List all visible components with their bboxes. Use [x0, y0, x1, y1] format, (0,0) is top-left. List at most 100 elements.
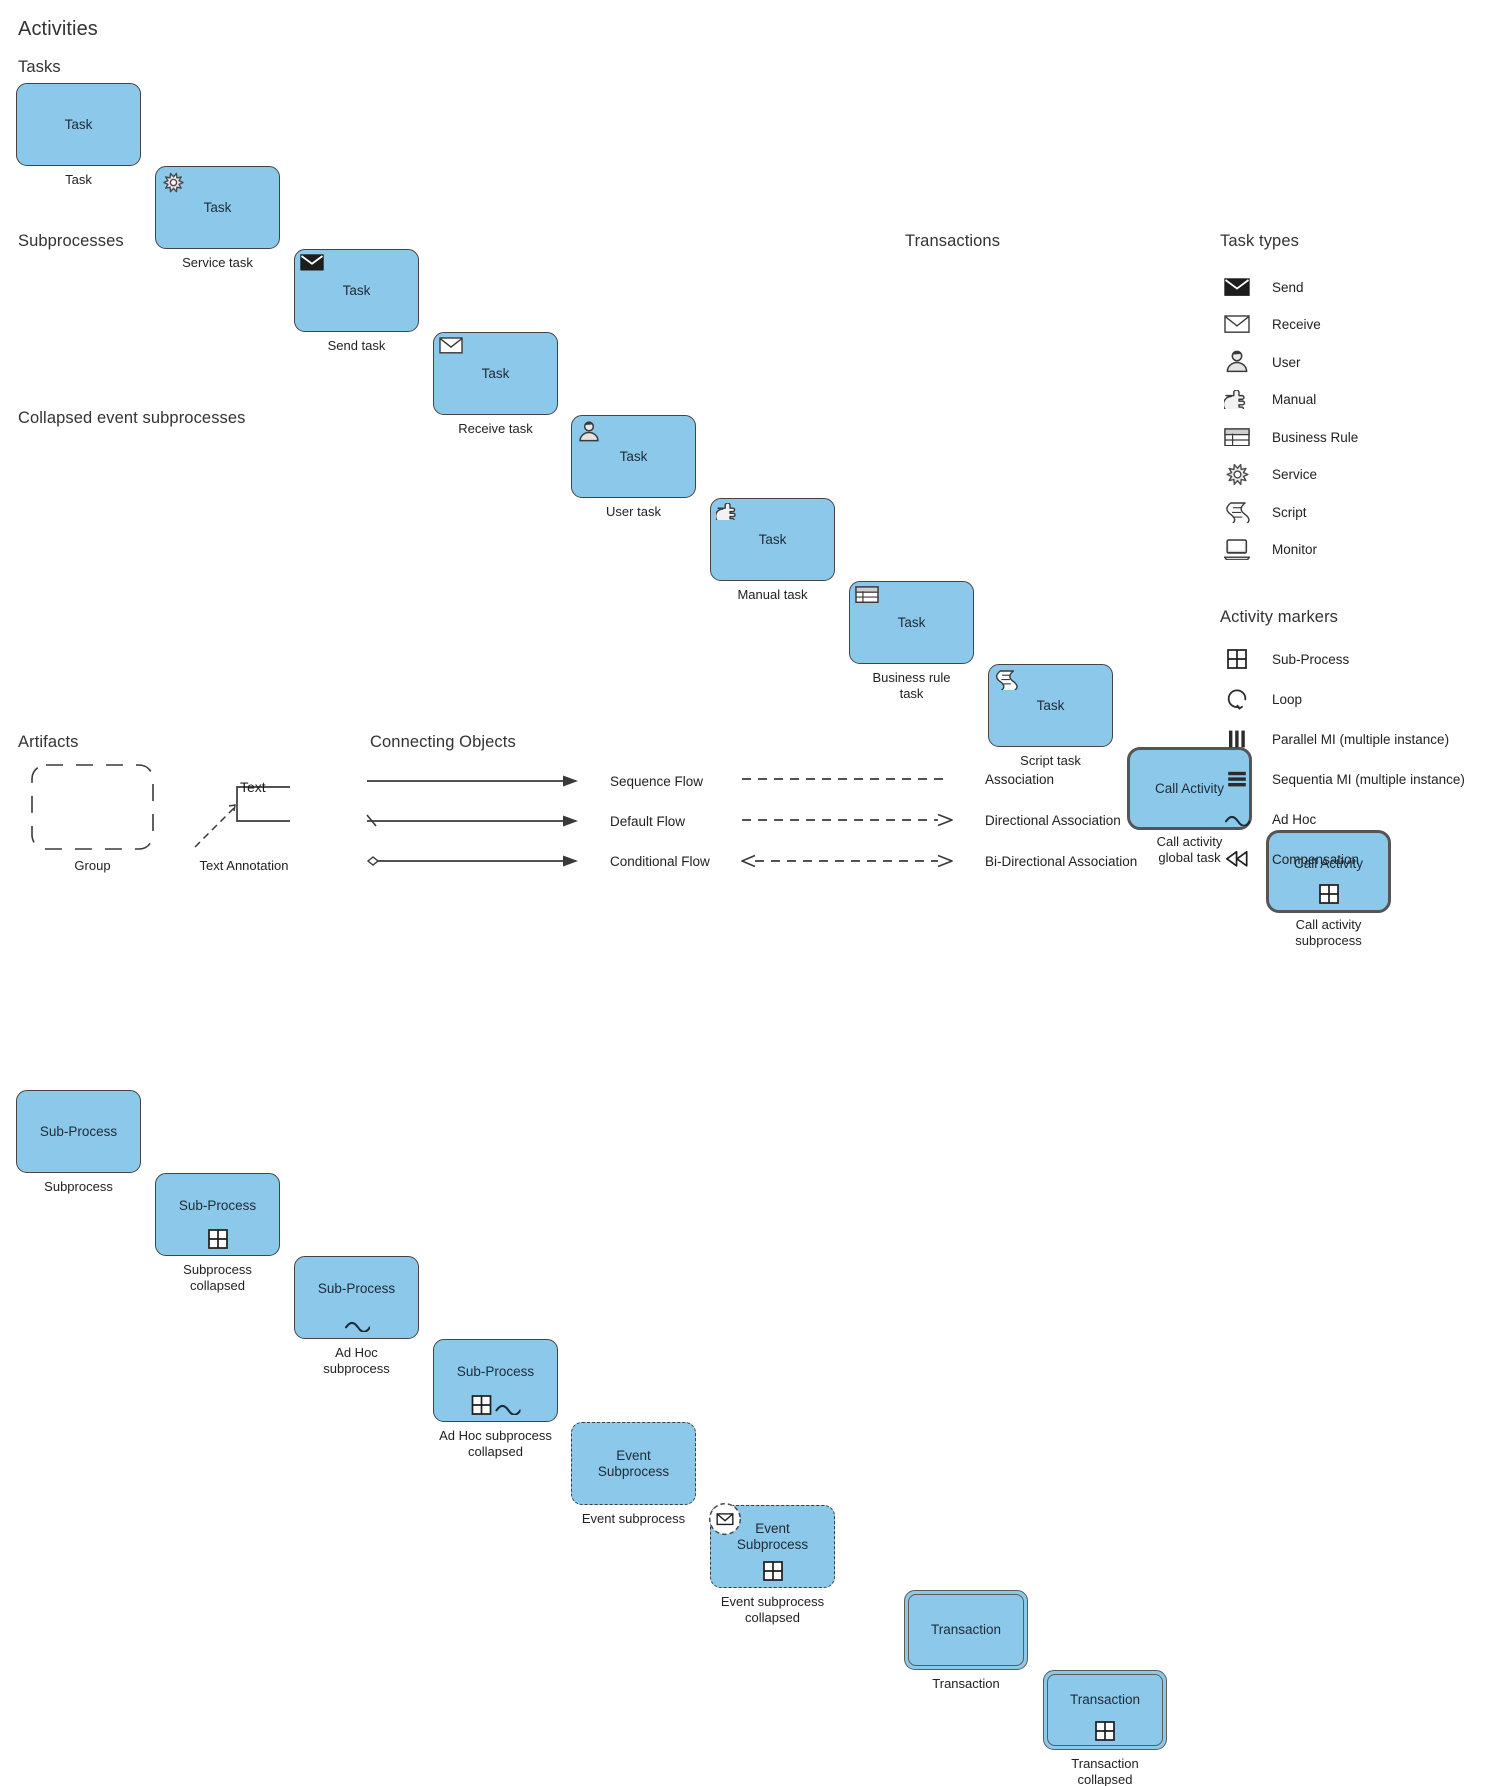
- transaction-shape-1-label: Transaction: [1069, 1692, 1141, 1708]
- loop-marker-icon: [1220, 684, 1254, 714]
- task-type-label: Script: [1272, 504, 1307, 520]
- receive-icon: [1220, 310, 1254, 340]
- task-shape-3-label: Task: [481, 365, 510, 381]
- task-shape-7-label: Task: [1036, 697, 1065, 713]
- sub-process-marker-icon: [762, 1561, 783, 1581]
- activity-marker-label: Loop: [1272, 691, 1303, 707]
- conditional-flow-icon: [365, 853, 580, 869]
- task-type-label: Send: [1272, 279, 1304, 295]
- manual-icon: [714, 502, 740, 525]
- task-shape-2[interactable]: Task Send task: [294, 249, 419, 353]
- activity-marker-group: [762, 1561, 783, 1581]
- receive-icon: [439, 337, 463, 357]
- subprocess-shape-3-label: Sub-Process: [456, 1363, 535, 1379]
- activity-marker-group: [1318, 884, 1339, 904]
- task-shape-7[interactable]: Task Script task: [988, 664, 1113, 768]
- caption-task-shape-3: Receive task: [458, 421, 533, 436]
- group-icon: [30, 763, 155, 851]
- task-shape-4-label: Task: [619, 448, 648, 464]
- connecting-object-label: Bi-Directional Association: [985, 853, 1138, 869]
- sub-process-marker-icon: [1095, 1721, 1115, 1741]
- user-icon: [1220, 347, 1254, 377]
- subprocess-shape-3[interactable]: Sub-Process Ad Hoc subprocess collapsed: [433, 1339, 558, 1459]
- activity-marker-row-4: Ad Hoc: [1220, 804, 1316, 834]
- business-rule-icon: [1220, 422, 1254, 452]
- subprocess-shape-4[interactable]: Event Subprocess Event subprocess: [571, 1422, 696, 1526]
- caption-subprocess-shape-3: Ad Hoc subprocess collapsed: [439, 1428, 552, 1460]
- caption-task-shape-4: User task: [606, 504, 661, 519]
- subprocess-shape-1[interactable]: Sub-Process Subprocess collapsed: [155, 1173, 280, 1293]
- parallel-mi-marker-icon: [1220, 724, 1254, 754]
- activity-marker-label: Ad Hoc: [1272, 811, 1317, 827]
- task-type-row-1: Receive: [1220, 310, 1321, 340]
- task-shape-6-label: Task: [897, 614, 926, 630]
- subprocess-shape-5[interactable]: Event Subprocess Event subprocess collap…: [708, 1502, 835, 1625]
- message-event-icon: [708, 1502, 742, 1536]
- activity-marker-row-2: Parallel MI (multiple instance): [1220, 724, 1449, 754]
- sequence-flow-icon: [365, 773, 580, 789]
- task-type-row-2: User: [1220, 347, 1301, 377]
- task-type-label: Monitor: [1272, 542, 1318, 557]
- transaction-shape-0[interactable]: Transaction Transaction: [904, 1590, 1028, 1691]
- caption-subprocess-shape-2: Ad Hoc subprocess: [323, 1345, 390, 1377]
- send-icon: [300, 254, 324, 274]
- ad-hoc-marker-icon: [344, 1319, 370, 1332]
- connecting-object-row-association-icon: Association: [740, 771, 1054, 787]
- subprocess-shape-0[interactable]: Sub-Process Subprocess: [16, 1090, 141, 1194]
- activity-marker-row-0: Sub-Process: [1220, 644, 1349, 674]
- task-shape-1-label: Task: [203, 199, 232, 215]
- caption-subprocess-shape-0: Subprocess: [44, 1179, 113, 1194]
- caption-task-shape-5: Manual task: [737, 587, 808, 602]
- task-shape-2-label: Task: [342, 282, 371, 298]
- task-shape-5[interactable]: Task Manual task: [710, 498, 835, 602]
- business-rule-icon: [855, 586, 879, 606]
- directional-association-icon: [740, 812, 955, 828]
- activity-marker-group: [207, 1229, 228, 1249]
- service-icon: [1220, 460, 1254, 490]
- activity-marker-row-1: Loop: [1220, 684, 1302, 714]
- caption-task-shape-0: Task: [65, 172, 92, 187]
- task-shape-1[interactable]: Task Service task: [155, 166, 280, 270]
- connecting-object-row-sequence-flow-icon: Sequence Flow: [365, 773, 703, 789]
- activity-marker-row-5: Compensation: [1220, 844, 1359, 874]
- sub-process-marker-icon: [1220, 644, 1254, 674]
- caption-text-annotation: Text Annotation: [199, 858, 289, 873]
- ad-hoc-marker-icon: [1220, 804, 1254, 834]
- connecting-object-row-default-flow-icon: Default Flow: [365, 813, 685, 829]
- caption-transaction-shape-1: Transaction collapsed: [1071, 1756, 1139, 1786]
- sub-process-marker-icon: [207, 1229, 228, 1249]
- ad-hoc-marker-icon: [494, 1402, 520, 1415]
- text-annotation-icon: [185, 763, 303, 851]
- subprocess-shape-4-label: Event Subprocess: [597, 1448, 670, 1479]
- task-shape-6[interactable]: Task Business rule task: [849, 581, 974, 701]
- connecting-object-row-conditional-flow-icon: Conditional Flow: [365, 853, 710, 869]
- activity-marker-label: Sub-Process: [1272, 651, 1350, 667]
- task-type-label: Business Rule: [1272, 429, 1359, 445]
- connecting-object-label: Directional Association: [985, 812, 1121, 828]
- connecting-object-label: Sequence Flow: [610, 773, 704, 789]
- caption-task-shape-2: Send task: [327, 338, 386, 353]
- task-shape-4[interactable]: Task User task: [571, 415, 696, 519]
- script-icon: [1220, 497, 1254, 527]
- task-shape-3[interactable]: Task Receive task: [433, 332, 558, 436]
- bpmn-notation-canvas: Task Task Task Service task Task Send task T…: [0, 0, 1500, 1786]
- task-type-row-4: Business Rule: [1220, 422, 1358, 452]
- transaction-shape-1[interactable]: Transaction Transaction collapsed: [1043, 1670, 1167, 1786]
- sub-process-marker-icon: [1318, 884, 1339, 904]
- subprocess-shape-2[interactable]: Sub-Process Ad Hoc subprocess: [294, 1256, 419, 1376]
- sequential-mi-marker-icon: [1220, 764, 1254, 794]
- subprocess-shape-0-label: Sub-Process: [39, 1123, 118, 1139]
- task-type-label: Service: [1272, 467, 1318, 482]
- caption-subprocess-shape-5: Event subprocess collapsed: [720, 1594, 825, 1626]
- task-shape-5-label: Task: [758, 531, 787, 547]
- activity-marker-group: [471, 1395, 520, 1415]
- connecting-object-row-directional-association-icon: Directional Association: [740, 812, 1121, 828]
- caption-subprocess-shape-1: Subprocess collapsed: [183, 1262, 252, 1294]
- activity-marker-group: [1095, 1721, 1115, 1741]
- task-shape-0[interactable]: Task Task: [16, 83, 141, 187]
- user-icon: [577, 420, 601, 447]
- caption-transaction-shape-0: Transaction: [932, 1676, 1000, 1691]
- activity-marker-group: [344, 1319, 370, 1332]
- monitor-icon: [1220, 535, 1254, 565]
- caption-task-shape-9: Call activity subprocess: [1295, 917, 1362, 949]
